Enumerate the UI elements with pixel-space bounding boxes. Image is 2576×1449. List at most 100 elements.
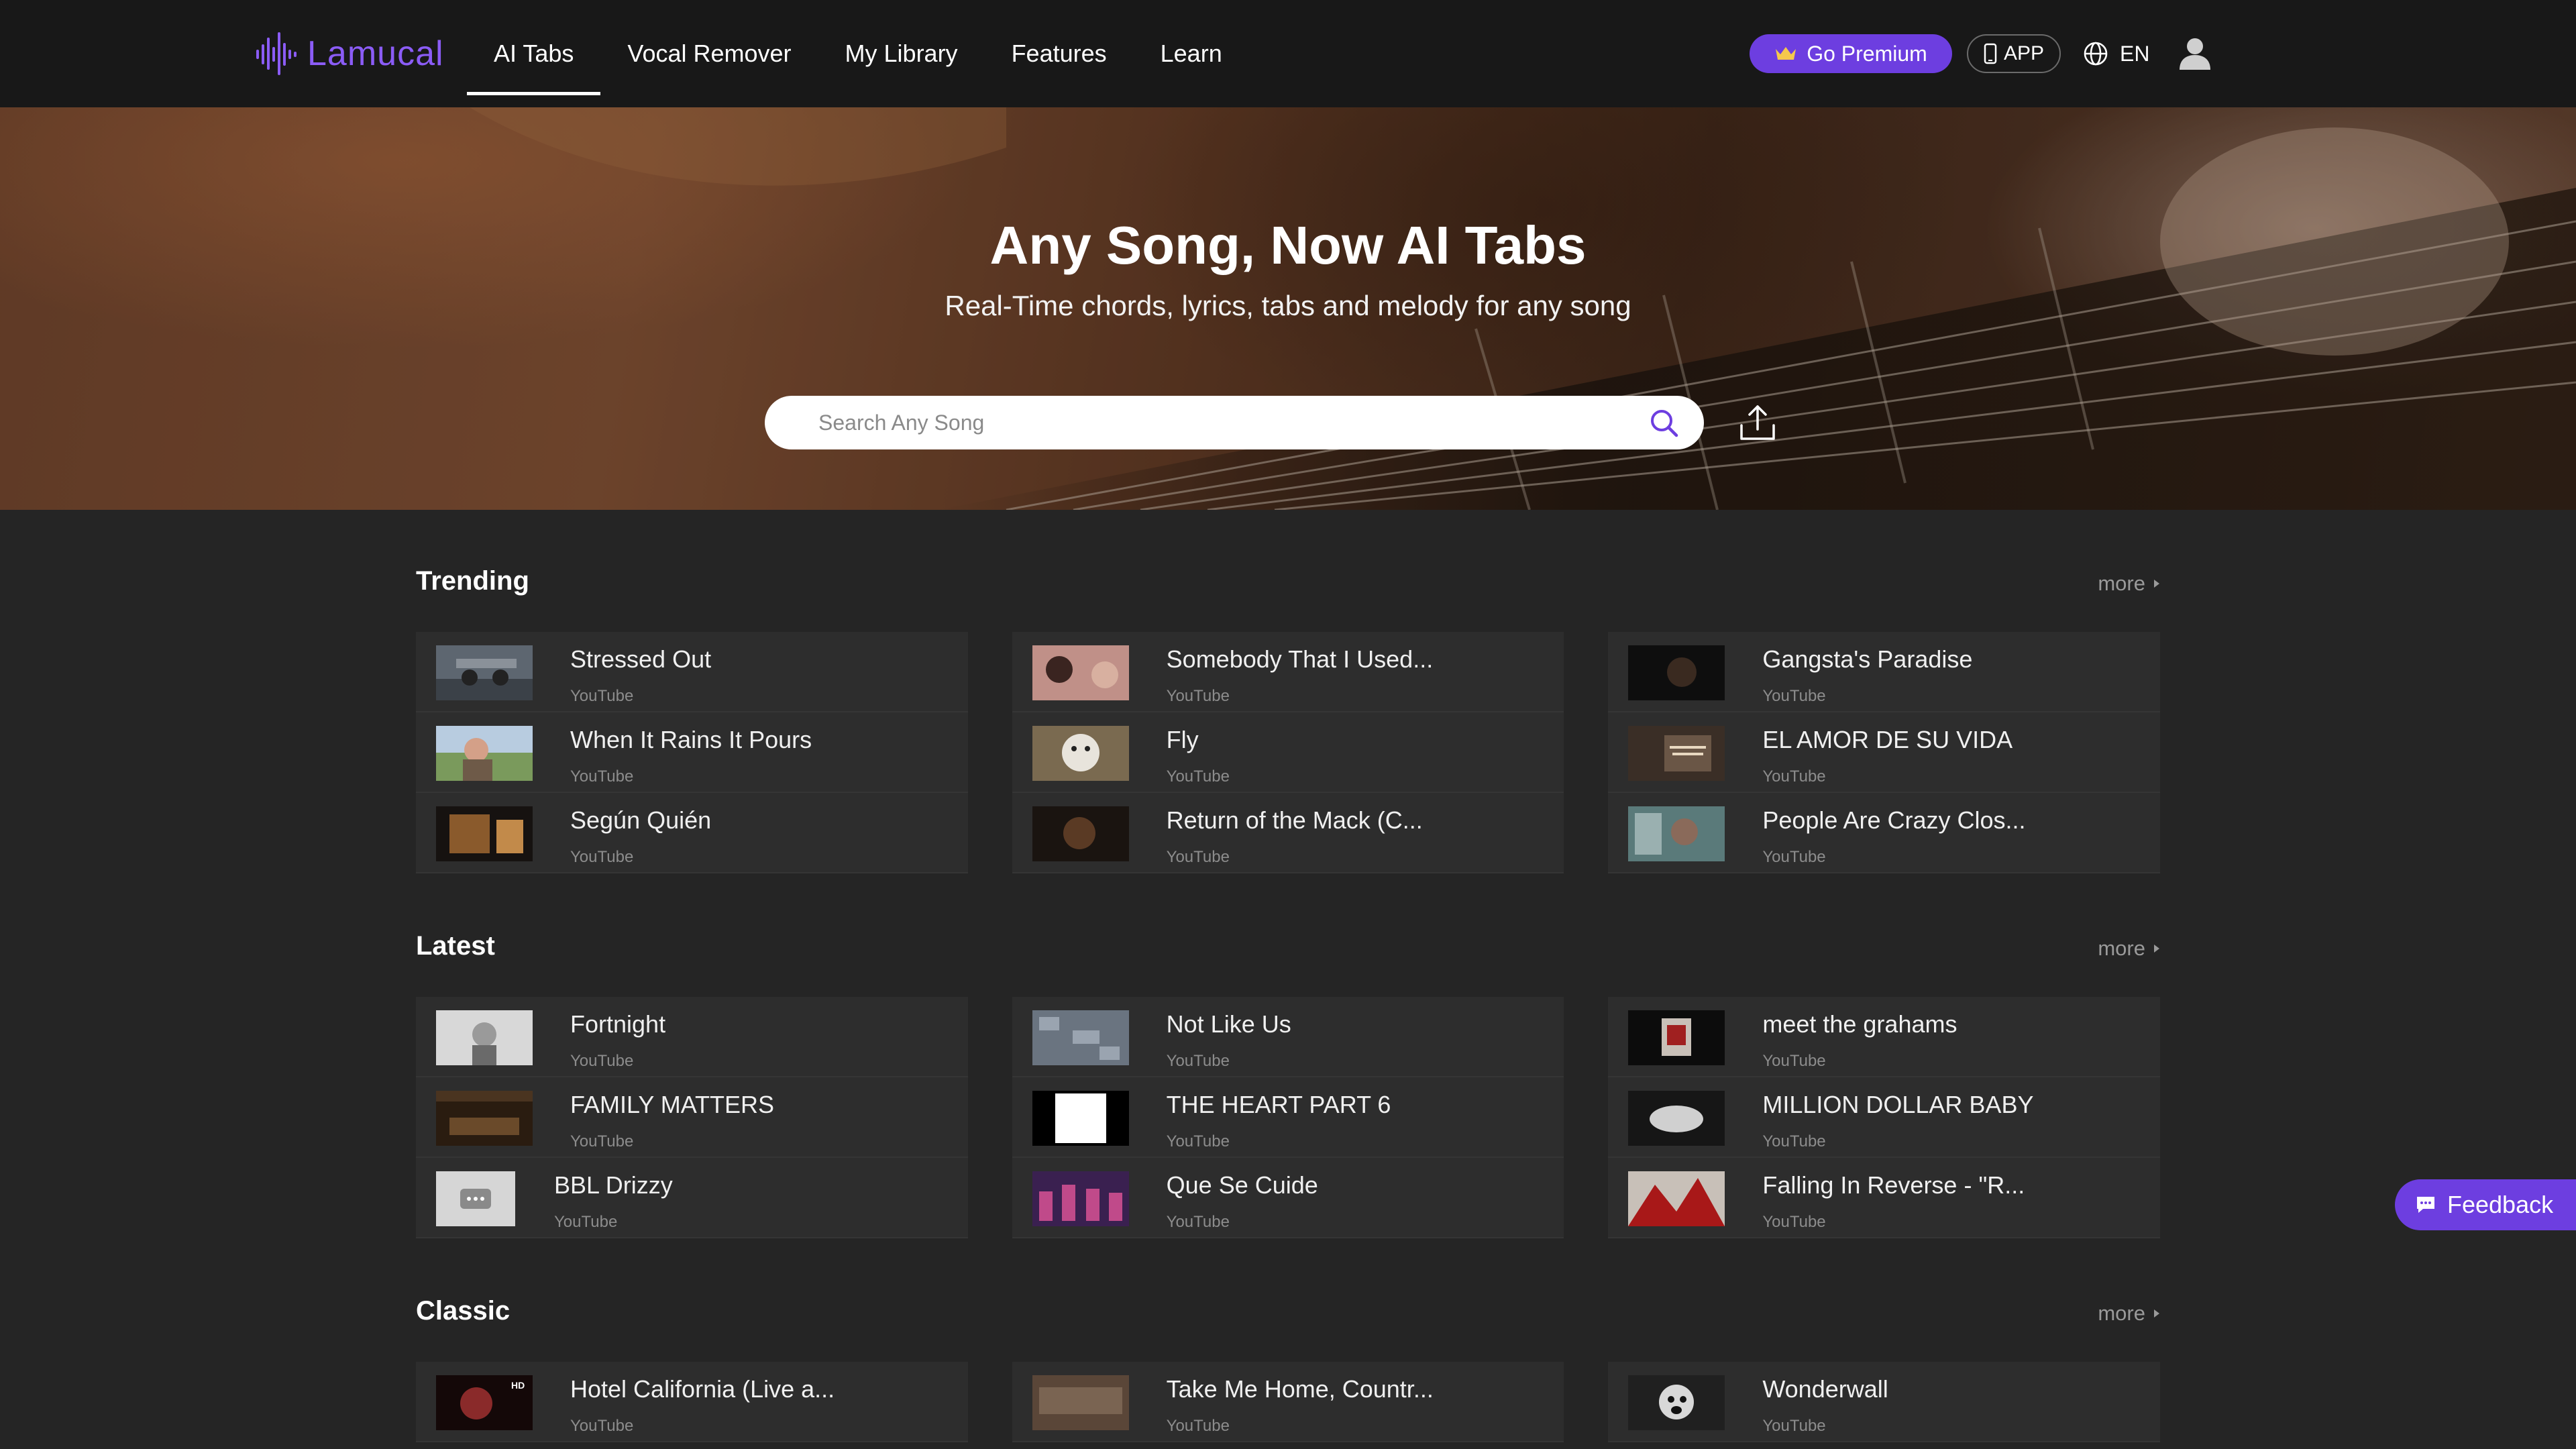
- song-item[interactable]: Take Me Home, Countr... YouTube: [1012, 1362, 1564, 1442]
- song-item[interactable]: FAMILY MATTERS YouTube: [416, 1077, 968, 1158]
- song-source: YouTube: [554, 1213, 618, 1231]
- main-nav: AI Tabs Vocal Remover My Library Feature…: [467, 0, 1249, 107]
- song-thumbnail: [1628, 1375, 1725, 1430]
- song-column: Gangsta's Paradise YouTube EL AMOR DE SU…: [1608, 632, 2160, 873]
- latest-more-link[interactable]: more: [2098, 936, 2160, 961]
- song-thumbnail: [1628, 806, 1725, 861]
- song-column: Fortnight YouTube FAMILY MATTERS YouTube…: [416, 997, 968, 1238]
- nav-my-library[interactable]: My Library: [818, 0, 985, 107]
- nav-vocal-remover[interactable]: Vocal Remover: [600, 0, 818, 107]
- song-item[interactable]: Somebody That I Used... YouTube: [1012, 632, 1564, 712]
- song-source: YouTube: [570, 1417, 634, 1435]
- song-item[interactable]: Fortnight YouTube: [416, 997, 968, 1077]
- song-title: Somebody That I Used...: [1166, 645, 1434, 673]
- caret-right-icon: [2154, 580, 2159, 588]
- more-label: more: [2098, 936, 2145, 960]
- song-column: Wonderwall YouTube: [1608, 1362, 2160, 1449]
- latest-section: Latest more Fortnight YouTube FAMILY MAT…: [416, 928, 2160, 1238]
- song-item[interactable]: Return of the Mack (C... YouTube: [1012, 793, 1564, 873]
- song-item[interactable]: meet the grahams YouTube: [1608, 997, 2160, 1077]
- song-thumbnail: [1628, 1091, 1725, 1146]
- song-item[interactable]: Fly YouTube: [1012, 712, 1564, 793]
- lamucal-logo[interactable]: Lamucal: [255, 30, 444, 78]
- feedback-label: Feedback: [2447, 1191, 2554, 1218]
- song-title: BBL Drizzy: [554, 1171, 673, 1199]
- trending-header: Trending more: [416, 564, 2160, 604]
- song-title: meet the grahams: [1762, 1010, 1957, 1038]
- song-item[interactable]: BBL Drizzy YouTube: [416, 1158, 968, 1238]
- song-title: MILLION DOLLAR BABY: [1762, 1091, 2034, 1118]
- song-item[interactable]: Falling In Reverse - "R... YouTube: [1608, 1158, 2160, 1238]
- nav-features[interactable]: Features: [985, 0, 1134, 107]
- song-item[interactable]: Gangsta's Paradise YouTube: [1608, 632, 2160, 712]
- user-icon[interactable]: [2178, 36, 2212, 71]
- song-title: Fly: [1166, 726, 1199, 753]
- song-title: Gangsta's Paradise: [1762, 645, 1973, 673]
- svg-text:HD: HD: [511, 1380, 525, 1391]
- song-title: People Are Crazy Clos...: [1762, 806, 2026, 834]
- song-thumbnail: [1032, 806, 1129, 861]
- go-premium-button[interactable]: Go Premium: [1750, 34, 1952, 73]
- crown-icon: [1776, 47, 1796, 60]
- song-source: YouTube: [570, 1052, 634, 1070]
- song-source: YouTube: [1166, 1213, 1230, 1231]
- song-item[interactable]: Según Quién YouTube: [416, 793, 968, 873]
- song-item[interactable]: Que Se Cuide YouTube: [1012, 1158, 1564, 1238]
- song-thumbnail: [1032, 1375, 1129, 1430]
- song-thumbnail: [1628, 726, 1725, 781]
- song-source: YouTube: [1166, 1417, 1230, 1435]
- song-source: YouTube: [1762, 767, 1826, 786]
- song-source: YouTube: [1166, 687, 1230, 705]
- song-column: Somebody That I Used... YouTube Fly YouT…: [1012, 632, 1564, 873]
- song-item[interactable]: EL AMOR DE SU VIDA YouTube: [1608, 712, 2160, 793]
- nav-ai-tabs[interactable]: AI Tabs: [467, 0, 601, 107]
- top-navigation-bar: Lamucal AI Tabs Vocal Remover My Library…: [0, 0, 2576, 107]
- section-title: Trending: [416, 566, 529, 596]
- latest-header: Latest more: [416, 928, 2160, 969]
- song-thumbnail: [1032, 645, 1129, 700]
- song-thumbnail: [1628, 1010, 1725, 1065]
- globe-icon: [2084, 42, 2108, 66]
- song-source: YouTube: [1166, 1052, 1230, 1070]
- song-title: Falling In Reverse - "R...: [1762, 1171, 2025, 1199]
- trending-more-link[interactable]: more: [2098, 572, 2160, 596]
- song-thumbnail: [1032, 726, 1129, 781]
- placeholder-thumbnail-box: [436, 1171, 515, 1226]
- song-title: FAMILY MATTERS: [570, 1091, 775, 1118]
- song-item[interactable]: Wonderwall YouTube: [1608, 1362, 2160, 1442]
- song-item[interactable]: MILLION DOLLAR BABY YouTube: [1608, 1077, 2160, 1158]
- more-label: more: [2098, 572, 2145, 595]
- song-source: YouTube: [570, 767, 634, 786]
- classic-more-link[interactable]: more: [2098, 1301, 2160, 1326]
- phone-icon: [1984, 43, 1997, 64]
- song-item[interactable]: Stressed Out YouTube: [416, 632, 968, 712]
- song-title: EL AMOR DE SU VIDA: [1762, 726, 2013, 753]
- song-source: YouTube: [1762, 1052, 1826, 1070]
- song-item[interactable]: Not Like Us YouTube: [1012, 997, 1564, 1077]
- song-item[interactable]: THE HEART PART 6 YouTube: [1012, 1077, 1564, 1158]
- song-thumbnail: [1032, 1010, 1129, 1065]
- song-source: YouTube: [1762, 848, 1826, 866]
- language-label: EN: [2120, 41, 2150, 66]
- logo-wordmark: Lamucal: [307, 34, 444, 73]
- song-column: Take Me Home, Countr... YouTube: [1012, 1362, 1564, 1449]
- song-source: YouTube: [1762, 1417, 1826, 1435]
- language-selector[interactable]: EN: [2082, 38, 2149, 70]
- song-source: YouTube: [1166, 767, 1230, 786]
- hero-title: Any Song, Now AI Tabs: [989, 215, 1587, 275]
- waveform-logo-icon: [256, 32, 297, 75]
- song-item[interactable]: People Are Crazy Clos... YouTube: [1608, 793, 2160, 873]
- nav-learn[interactable]: Learn: [1134, 0, 1249, 107]
- song-search-input[interactable]: [818, 396, 1610, 449]
- song-item[interactable]: HD Hotel California (Live a... YouTube: [416, 1362, 968, 1442]
- song-title: THE HEART PART 6: [1166, 1091, 1391, 1118]
- feedback-button[interactable]: Feedback: [2395, 1179, 2576, 1230]
- song-thumbnail: [1032, 1091, 1129, 1146]
- section-title: Classic: [416, 1296, 511, 1326]
- song-title: Que Se Cuide: [1166, 1171, 1318, 1199]
- upload-icon[interactable]: [1739, 402, 1776, 443]
- app-download-button[interactable]: APP: [1967, 34, 2061, 73]
- song-thumbnail: [436, 645, 533, 700]
- search-icon[interactable]: [1649, 408, 1680, 439]
- song-item[interactable]: When It Rains It Pours YouTube: [416, 712, 968, 793]
